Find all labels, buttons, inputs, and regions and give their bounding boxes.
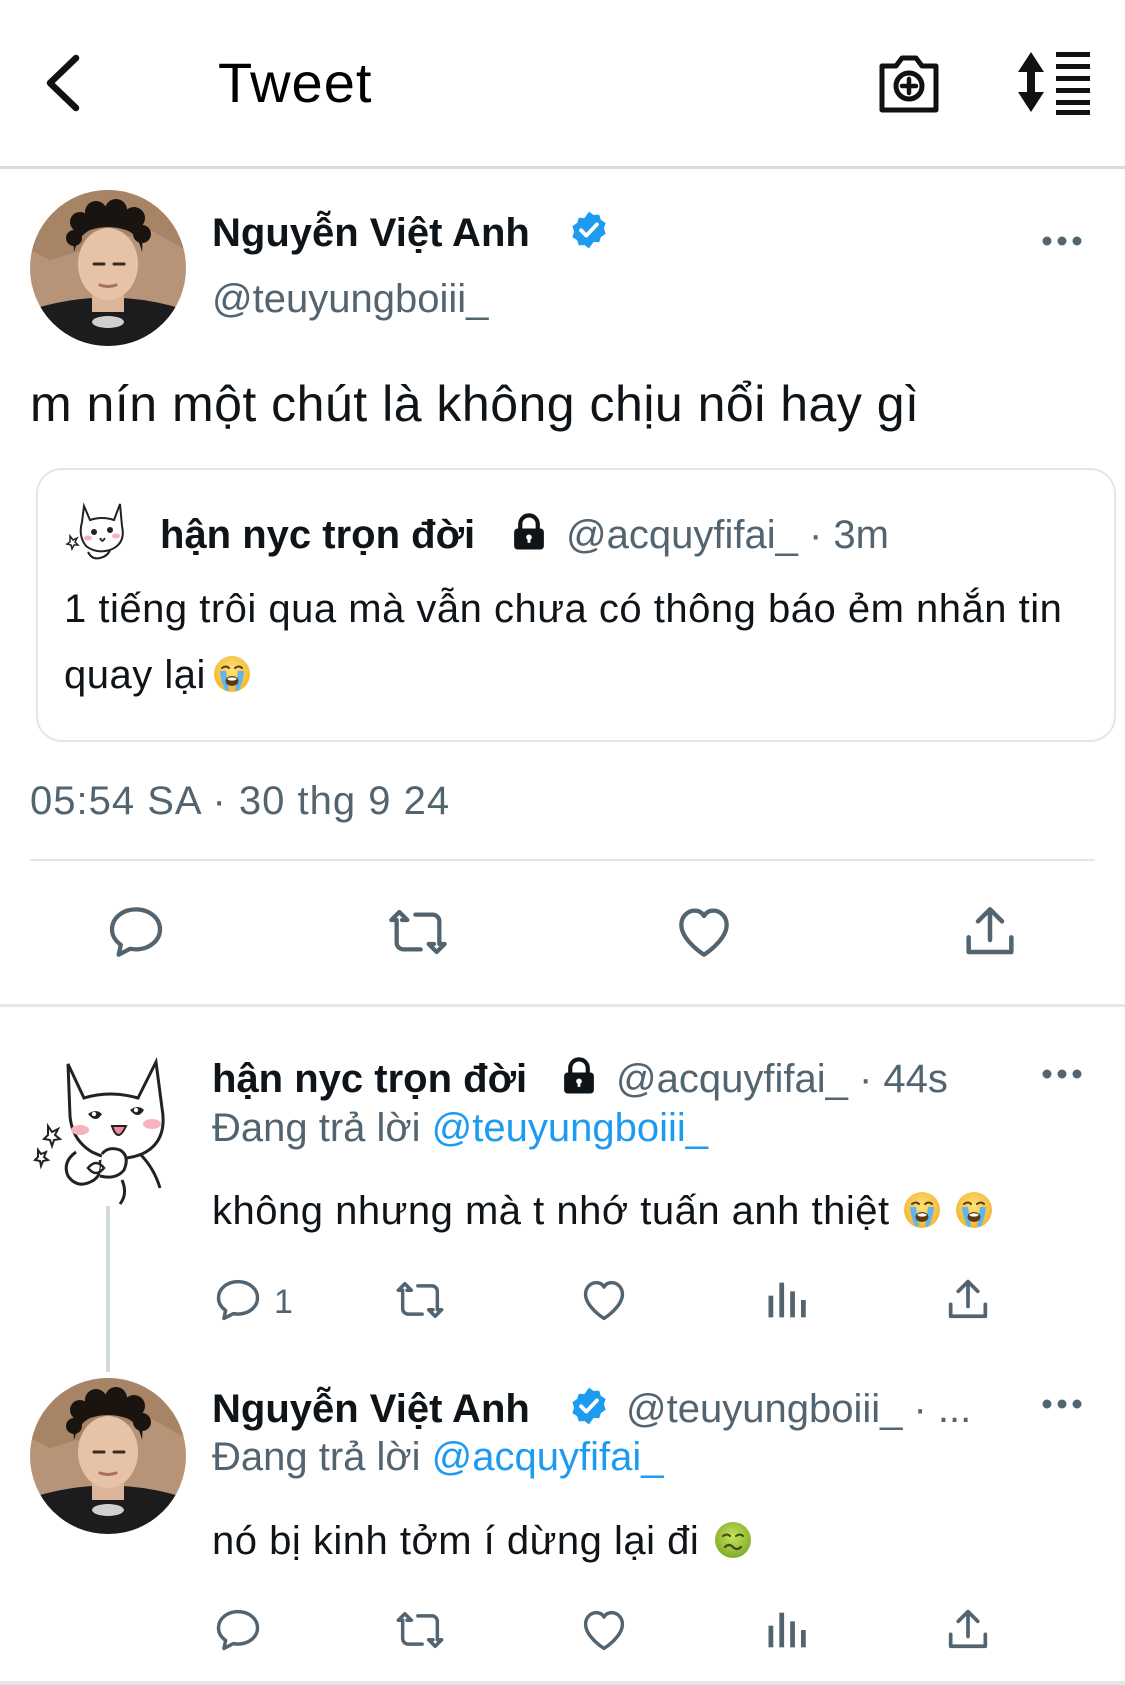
replying-to-prefix: Đang trả lời [212, 1106, 421, 1150]
back-arrow-icon [46, 54, 80, 112]
replying-to-link[interactable]: @teuyungboiii_ [432, 1106, 708, 1150]
lock-icon [558, 1054, 600, 1098]
reply-author-avatar[interactable] [30, 1378, 186, 1534]
back-button[interactable] [40, 50, 90, 116]
page-title: Tweet [218, 51, 373, 114]
loudly-crying-emoji-icon [212, 654, 252, 694]
verified-badge-icon [568, 1385, 610, 1427]
reply-icon[interactable] [212, 1274, 264, 1326]
reply-text: nó bị kinh tởm í dừng lại đi [212, 1516, 753, 1566]
nauseated-face-emoji-icon [713, 1520, 753, 1560]
tweet-text: m nín một chút là không chịu nổi hay gì [30, 376, 920, 432]
quoted-handle-time: @acquyfifai_ · 3m [566, 513, 889, 557]
loudly-crying-emoji-icon [954, 1190, 994, 1230]
reply-handle-time: @acquyfifai_ · 44s [616, 1057, 948, 1101]
divider [0, 1004, 1125, 1007]
tweet-timestamp: 05:54 SA · 30 thg 9 24 [30, 779, 451, 823]
reply-handle-time: @teuyungboiii_ · ... [626, 1387, 972, 1431]
author-avatar[interactable] [30, 190, 186, 346]
reply-icon[interactable] [104, 900, 168, 964]
author-name[interactable]: Nguyễn Việt Anh [212, 208, 530, 258]
verified-badge-icon [568, 209, 610, 251]
retweet-icon[interactable] [386, 900, 450, 964]
replying-to-prefix: Đang trả lời [212, 1435, 421, 1479]
avatar-photo [30, 190, 186, 346]
share-icon[interactable] [958, 900, 1022, 964]
reply-author-name[interactable]: hận nyc trọn đời [212, 1054, 527, 1104]
quoted-author-name[interactable]: hận nyc trọn đời [160, 510, 475, 560]
replying-to-line: Đang trả lời @acquyfifai_ [212, 1432, 664, 1482]
sort-lines-icon [1018, 52, 1090, 115]
top-bar [0, 0, 1125, 166]
thread-connector-line [106, 1206, 110, 1372]
reply-icon[interactable] [212, 1604, 264, 1656]
reply-text: không nhưng mà t nhớ tuấn anh thiệt [212, 1186, 994, 1236]
more-options-icon[interactable] [1040, 1064, 1084, 1084]
replying-to-link[interactable]: @acquyfifai_ [432, 1435, 664, 1479]
sort-button[interactable] [1014, 48, 1094, 116]
author-handle[interactable]: @teuyungboiii_ [212, 274, 488, 324]
avatar-photo [30, 1378, 186, 1534]
reply-author-avatar[interactable] [30, 1050, 180, 1210]
divider [0, 1681, 1125, 1685]
retweet-icon[interactable] [392, 1274, 448, 1326]
camera-plus-icon [879, 55, 939, 113]
like-icon[interactable] [578, 1604, 630, 1656]
like-icon[interactable] [578, 1274, 630, 1326]
replying-to-line: Đang trả lời @teuyungboiii_ [212, 1103, 708, 1153]
camera-button[interactable] [876, 46, 942, 118]
more-options-icon[interactable] [1040, 231, 1084, 251]
quoted-author-avatar[interactable] [62, 496, 132, 568]
reply-author-name[interactable]: Nguyễn Việt Anh [212, 1384, 530, 1434]
loudly-crying-emoji-icon [902, 1190, 942, 1230]
cat-sketch-avatar [62, 496, 132, 568]
reply-count: 1 [274, 1283, 293, 1321]
like-icon[interactable] [672, 900, 736, 964]
cat-sketch-avatar [30, 1050, 180, 1210]
reply-text-content: nó bị kinh tởm í dừng lại đi [212, 1519, 700, 1563]
views-analytics-icon[interactable] [762, 1604, 814, 1656]
share-icon[interactable] [942, 1274, 994, 1326]
share-icon[interactable] [942, 1604, 994, 1656]
reply-text-content: không nhưng mà t nhớ tuấn anh thiệt [212, 1189, 890, 1233]
header-divider [0, 166, 1125, 169]
more-options-icon[interactable] [1040, 1394, 1084, 1414]
divider [30, 859, 1095, 861]
lock-icon [508, 510, 550, 554]
views-analytics-icon[interactable] [762, 1274, 814, 1326]
retweet-icon[interactable] [392, 1604, 448, 1656]
quoted-tweet-text: 1 tiếng trôi qua mà vẫn chưa có thông bá… [64, 576, 1074, 708]
